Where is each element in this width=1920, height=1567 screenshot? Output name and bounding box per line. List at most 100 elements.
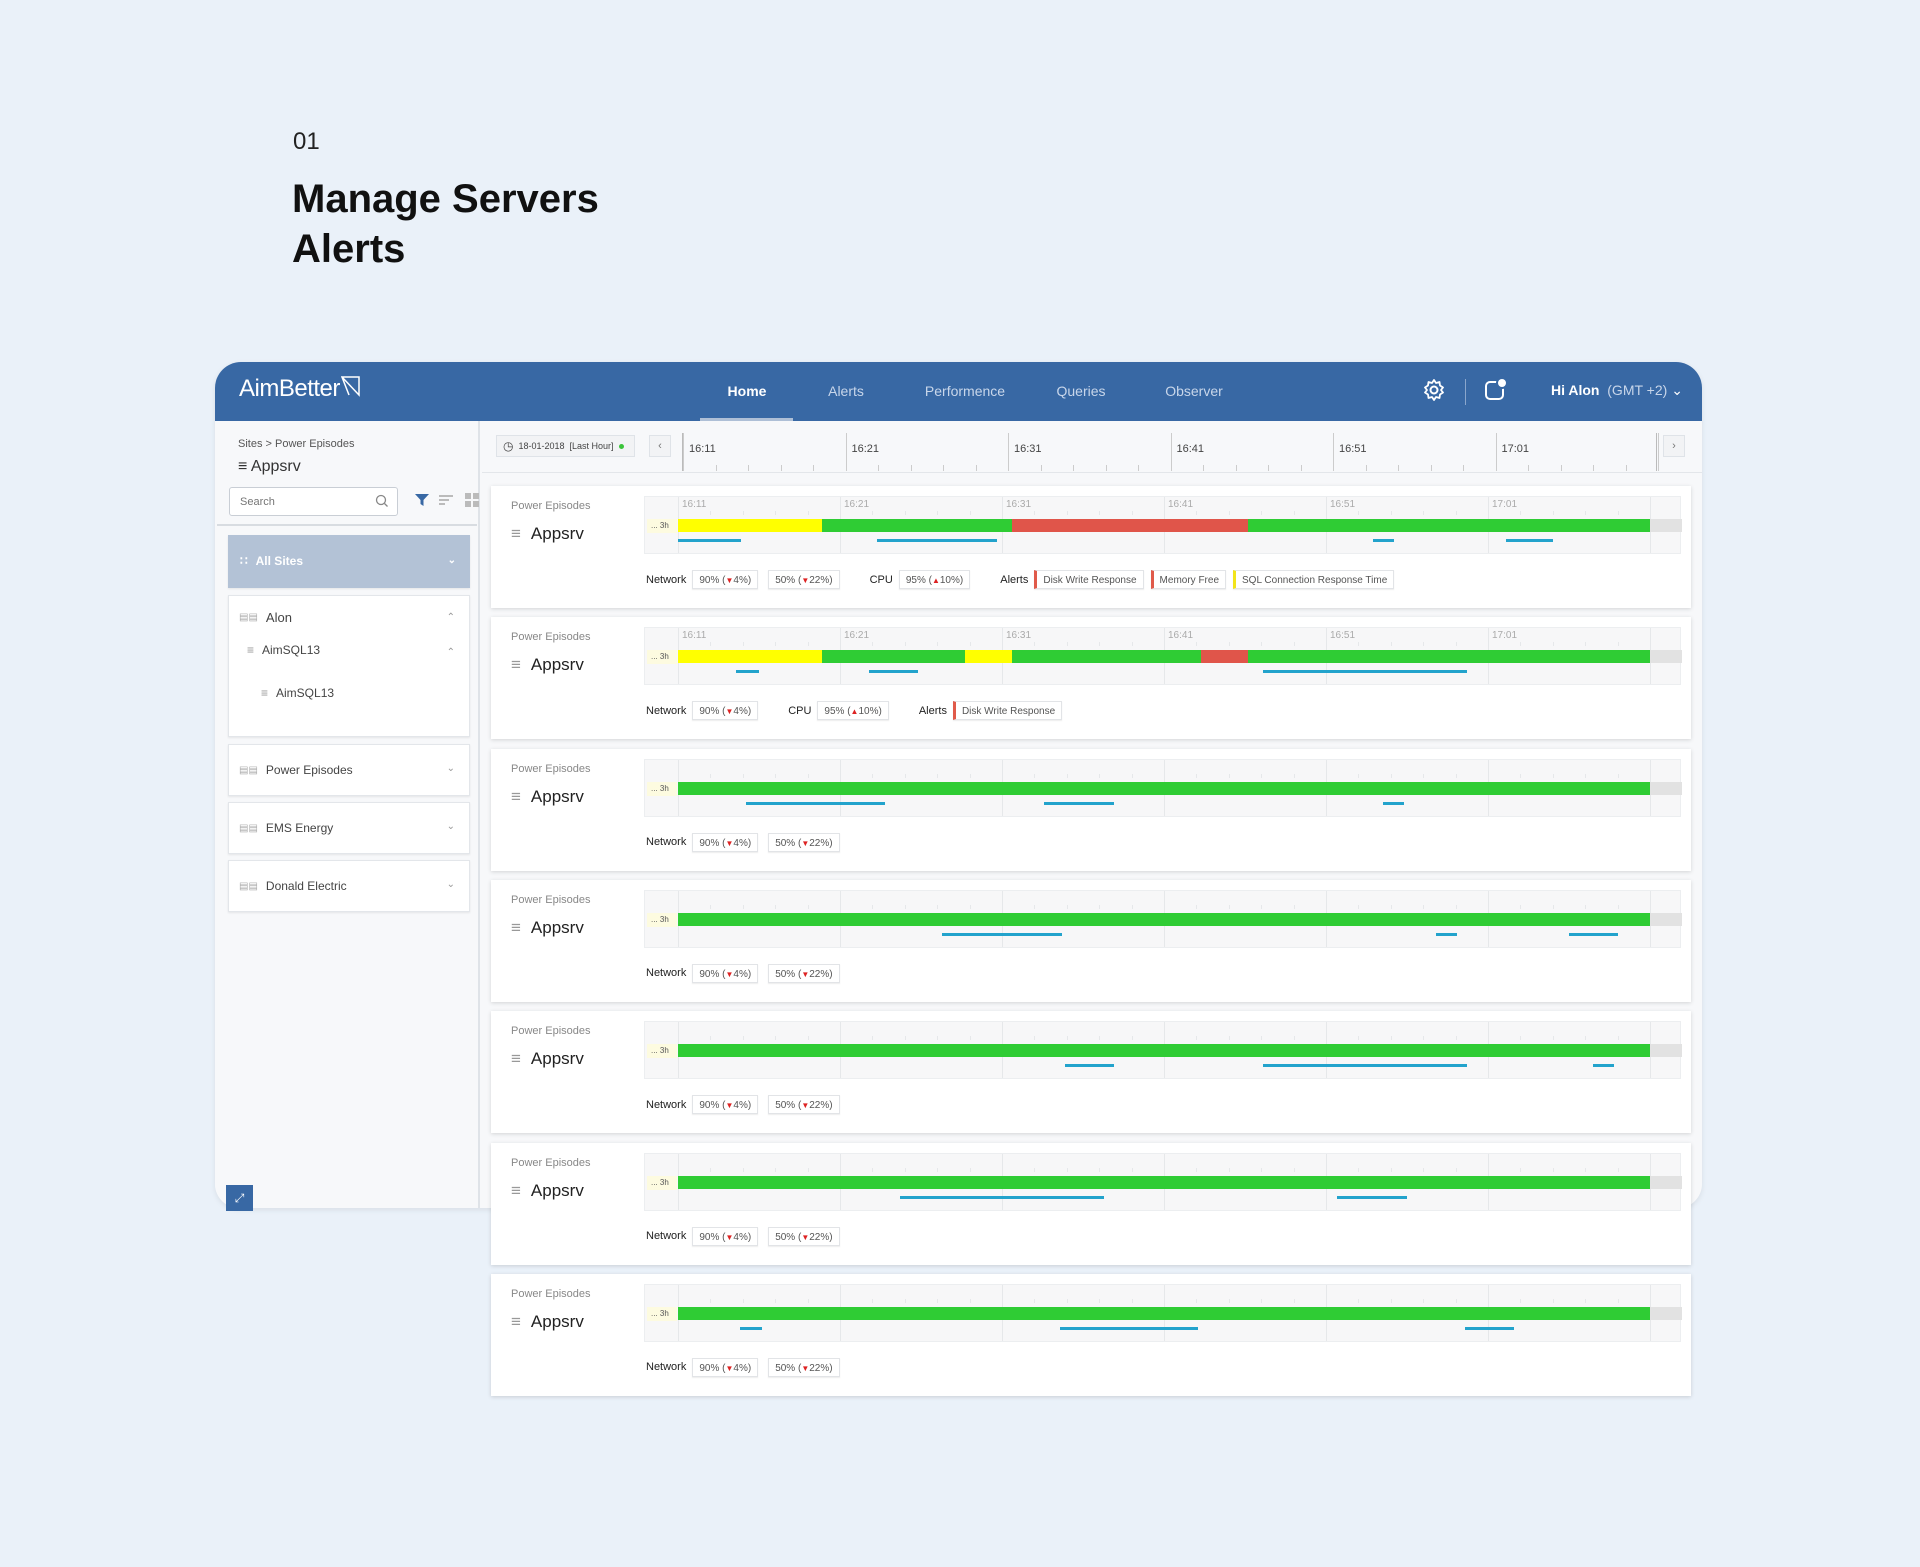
network-line bbox=[1060, 1326, 1198, 1330]
future-segment bbox=[1650, 650, 1682, 664]
sidebar-item-power-episodes[interactable]: ▤▤ Power Episodes ⌄ bbox=[228, 744, 470, 796]
grid-line bbox=[1261, 1167, 1263, 1172]
timeline-prev-button[interactable]: ‹ bbox=[649, 435, 671, 457]
chevron-up-icon[interactable]: ⌃ bbox=[447, 612, 455, 623]
server-name-text: Appsrv bbox=[530, 1049, 584, 1069]
alert-chip[interactable]: Memory Free bbox=[1150, 570, 1226, 589]
range-label: ... 3h bbox=[647, 650, 677, 665]
search-input[interactable] bbox=[229, 487, 398, 516]
episode-timeline[interactable]: 16:11 16:21 16:31 16:41 16:51 17:01 ... 3h bbox=[644, 627, 1682, 686]
axis-tick-label: 16:51 bbox=[1339, 443, 1367, 455]
grid-line bbox=[807, 773, 809, 778]
card-server-name[interactable]: ≡ Appsrv bbox=[511, 1181, 584, 1201]
grid-line bbox=[969, 1298, 971, 1303]
collapse-sidebar-button[interactable]: ⤢ bbox=[226, 1185, 253, 1211]
site-icon: ▤▤ bbox=[239, 880, 258, 892]
episode-timeline[interactable]: 16:11 16:21 16:31 16:41 16:51 17:01 ... 3h bbox=[644, 496, 1682, 554]
axis-tick bbox=[1528, 465, 1529, 471]
alert-chip[interactable]: SQL Connection Response Time bbox=[1233, 570, 1395, 589]
card-server-name[interactable]: ≡ Appsrv bbox=[511, 787, 584, 807]
group-label: EMS Energy bbox=[265, 821, 334, 835]
filter-icon[interactable] bbox=[415, 493, 429, 507]
grid-line bbox=[1617, 642, 1619, 647]
nav-alerts[interactable]: Alerts bbox=[828, 362, 864, 421]
sidebar-item-ems-energy[interactable]: ▤▤ EMS Energy ⌄ bbox=[228, 802, 470, 854]
server-name-text: Appsrv bbox=[530, 917, 584, 937]
axis-tick bbox=[943, 465, 944, 471]
gear-icon[interactable] bbox=[1422, 378, 1446, 402]
sidebar-item-aimsql13-child[interactable]: ≡ AimSQL13 bbox=[261, 686, 334, 700]
breadcrumb[interactable]: Sites > Power Episodes bbox=[238, 438, 354, 450]
network-label: Network bbox=[646, 573, 687, 586]
grid-line bbox=[969, 773, 971, 778]
nav-observer[interactable]: Observer bbox=[1165, 362, 1223, 421]
grid-line bbox=[904, 1167, 906, 1172]
timeline-next-button[interactable]: › bbox=[1663, 435, 1685, 457]
sidebar-item-aimsql13[interactable]: ≡ AimSQL13 bbox=[247, 643, 320, 657]
notification-icon[interactable] bbox=[1483, 377, 1509, 403]
axis-tick-label: 16:31 bbox=[1014, 443, 1042, 455]
timeline-axis[interactable]: 16:11 16:21 16:31 16:41 16:51 17:01 bbox=[682, 433, 1659, 471]
sidebar-item-all-sites[interactable]: ∷ All Sites ⌄ bbox=[228, 535, 470, 588]
grid-line bbox=[1228, 511, 1230, 515]
card-group-label: Power Episodes bbox=[511, 1156, 591, 1169]
search-icon[interactable] bbox=[375, 494, 389, 508]
grid-line bbox=[775, 1167, 777, 1172]
grid-line bbox=[1293, 642, 1295, 647]
metric-value: 95% ( bbox=[905, 575, 932, 586]
date-range-picker[interactable]: ◷ 18-01-2018 [Last Hour] bbox=[496, 435, 635, 457]
grid-line bbox=[1585, 904, 1587, 909]
grid-line bbox=[1196, 1167, 1198, 1172]
card-server-name[interactable]: ≡ Appsrv bbox=[511, 524, 584, 544]
status-segment-ok bbox=[822, 650, 965, 664]
card-server-name[interactable]: ≡ Appsrv bbox=[511, 1312, 584, 1332]
grid-line bbox=[1034, 1298, 1036, 1303]
nav-queries[interactable]: Queries bbox=[1056, 362, 1105, 421]
server-card: Power Episodes ≡ Appsrv ... 3h Network 90% (▼… bbox=[491, 1273, 1691, 1396]
metric-change: 22%) bbox=[809, 1100, 833, 1112]
logo[interactable]: AimBetter bbox=[239, 375, 361, 403]
sidebar-divider bbox=[217, 524, 477, 526]
user-greeting: Hi Alon bbox=[1551, 382, 1600, 398]
episode-timeline[interactable]: ... 3h bbox=[644, 1021, 1682, 1080]
grid-line bbox=[1131, 1167, 1133, 1172]
alert-chip[interactable]: Disk Write Response bbox=[1034, 570, 1144, 589]
grid-line bbox=[1520, 1167, 1522, 1172]
cpu-label: CPU bbox=[869, 573, 893, 586]
user-menu[interactable]: Hi Alon (GMT +2) ⌄ bbox=[1551, 382, 1683, 399]
sidebar-item-alon[interactable]: ▤▤ Alon bbox=[239, 610, 292, 625]
episode-timeline[interactable]: ... 3h bbox=[644, 889, 1682, 948]
chevron-down-icon: ⌄ bbox=[446, 821, 455, 832]
axis-tick-label: 16:11 bbox=[689, 443, 716, 455]
grid-line bbox=[1423, 1298, 1425, 1303]
grid-line bbox=[904, 642, 906, 647]
grid-line bbox=[1261, 1298, 1263, 1303]
grid-line bbox=[742, 904, 744, 909]
card-server-name[interactable]: ≡ Appsrv bbox=[511, 1049, 584, 1069]
card-server-name[interactable]: ≡ Appsrv bbox=[511, 655, 584, 675]
nav-performence[interactable]: Performence bbox=[925, 362, 1005, 421]
network-line bbox=[1569, 932, 1618, 936]
status-segment-ok bbox=[1248, 650, 1650, 664]
chevron-up-icon[interactable]: ⌃ bbox=[447, 647, 455, 658]
alert-chip[interactable]: Disk Write Response bbox=[952, 701, 1063, 721]
nav-home[interactable]: Home bbox=[728, 362, 767, 421]
grid-line bbox=[904, 1298, 906, 1303]
grid-line bbox=[1390, 904, 1392, 909]
all-sites-label: All Sites bbox=[255, 554, 303, 568]
metric-change: 4%) bbox=[733, 837, 752, 849]
grid-view-icon[interactable] bbox=[465, 493, 479, 507]
network-line bbox=[736, 670, 759, 674]
grid-line bbox=[1617, 511, 1619, 515]
server-label: AimSQL13 bbox=[276, 686, 335, 700]
card-server-name[interactable]: ≡ Appsrv bbox=[511, 918, 584, 938]
grid-line bbox=[1617, 904, 1619, 909]
episode-timeline[interactable]: ... 3h bbox=[644, 1283, 1682, 1342]
sidebar-item-donald-electric[interactable]: ▤▤ Donald Electric ⌄ bbox=[228, 860, 470, 912]
network-metric-chip: 90% (▼4%) bbox=[692, 701, 759, 721]
episode-timeline[interactable]: ... 3h bbox=[644, 758, 1682, 817]
list-view-icon[interactable] bbox=[439, 494, 455, 506]
range-label: ... 3h bbox=[647, 1044, 677, 1059]
sites-grid-icon: ∷ bbox=[240, 554, 248, 568]
episode-timeline[interactable]: ... 3h bbox=[644, 1152, 1682, 1211]
